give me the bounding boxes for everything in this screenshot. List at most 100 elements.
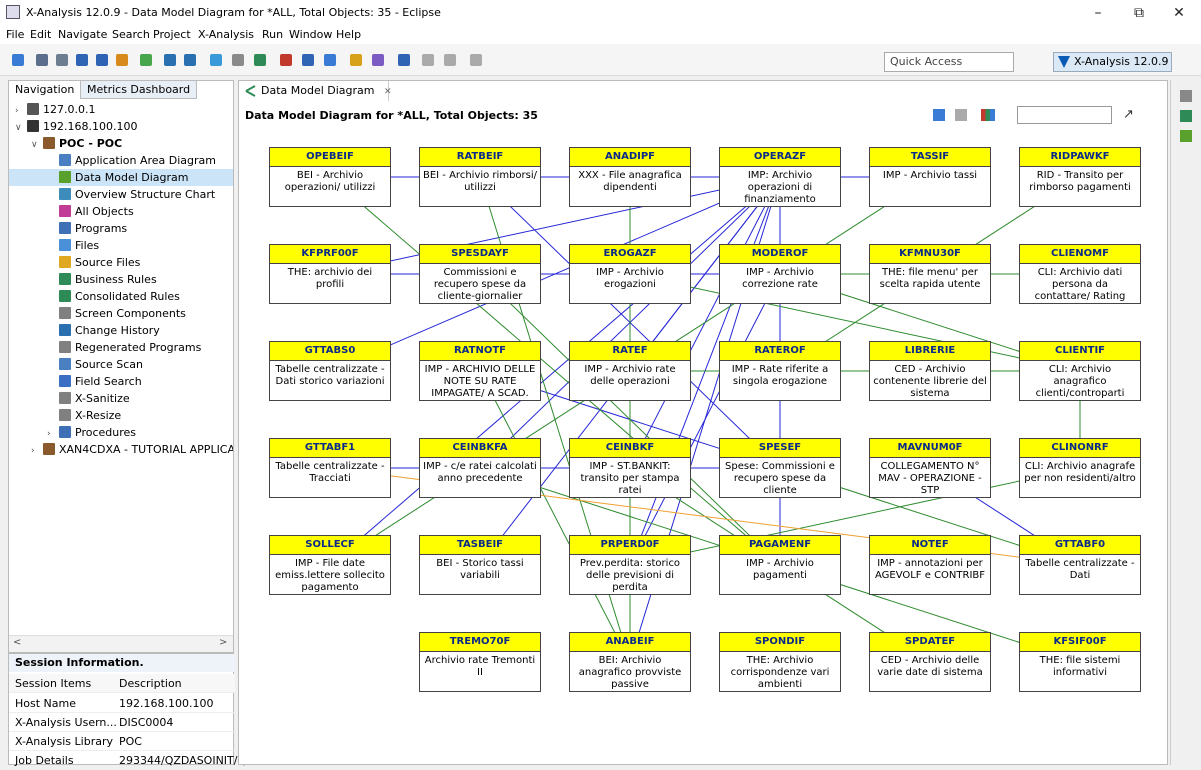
search-icon[interactable] — [210, 54, 222, 66]
menu-project[interactable]: Project — [153, 28, 191, 41]
entity-gttabs0[interactable]: GTTABS0 Tabelle centralizzate - Dati stor… — [269, 341, 391, 401]
entity-sollecf[interactable]: SOLLECF IMP - File date emiss.lettere sol… — [269, 535, 391, 595]
tree-item-source-scan[interactable]: Source Scan — [9, 356, 233, 373]
horizontal-scrollbar[interactable]: < > — [9, 635, 233, 652]
entity-raterof[interactable]: RATEROF IMP - Rate riferite a singola ero… — [719, 341, 841, 401]
color-legend-icon[interactable] — [981, 109, 995, 121]
entity-ridpawkf[interactable]: RIDPAWKF RID - Transito per rimborso paga… — [1019, 147, 1141, 207]
pencil-icon[interactable] — [372, 54, 384, 66]
menu-navigate[interactable]: Navigate — [58, 28, 107, 41]
menu-edit[interactable]: Edit — [30, 28, 51, 41]
diagram-view-icon[interactable] — [1180, 130, 1192, 142]
tree-item-data-model-diagram[interactable]: Data Model Diagram — [9, 169, 233, 186]
tab-navigation[interactable]: Navigation — [9, 81, 82, 99]
stop-icon[interactable] — [280, 54, 292, 66]
entity-ratef[interactable]: RATEF IMP - Archivio rate delle operazion… — [569, 341, 691, 401]
tree-item-all-objects[interactable]: All Objects — [9, 203, 233, 220]
entity-spondif[interactable]: SPONDIF THE: Archivio corrispondenze vari… — [719, 632, 841, 692]
tree-item-field-search[interactable]: Field Search — [9, 373, 233, 390]
tree-item-x-resize[interactable]: X-Resize — [9, 407, 233, 424]
data-model-canvas[interactable]: OPEBEIF BEI - Archivio operazioni/ utiliz… — [239, 127, 1167, 765]
entity-operazf[interactable]: OPERAZF IMP: Archivio operazioni di finan… — [719, 147, 841, 207]
tree-item-application-area-diagram[interactable]: Application Area Diagram — [9, 152, 233, 169]
entity-gttabf1[interactable]: GTTABF1 Tabelle centralizzate - Tracciati — [269, 438, 391, 498]
menu-x-analysis[interactable]: X-Analysis — [198, 28, 254, 41]
entity-mavnum0f[interactable]: MAVNUM0F COLLEGAMENTO N° MAV - OPERAZIONE… — [869, 438, 991, 498]
chart-icon[interactable] — [302, 54, 314, 66]
entity-tasbeif[interactable]: TASBEIF BEI - Storico tassi variabili — [419, 535, 541, 595]
entity-clinonrf[interactable]: CLINONRF CLI: Archivio anagrafe per non r… — [1019, 438, 1141, 498]
entity-clientif[interactable]: CLIENTIF CLI: Archivio anagrafico clienti… — [1019, 341, 1141, 401]
quick-access-input[interactable]: Quick Access — [884, 52, 1014, 72]
tree-item-source-files[interactable]: Source Files — [9, 254, 233, 271]
find-icon[interactable]: ↗ — [1123, 107, 1134, 122]
tree-item-192-168-100-100[interactable]: ∨ 192.168.100.100 — [9, 118, 233, 135]
entity-prperd0f[interactable]: PRPERD0F Prev.perdita: storico delle prev… — [569, 535, 691, 595]
hierarchy-icon[interactable] — [1180, 110, 1192, 122]
zoom-icon[interactable] — [955, 109, 967, 121]
entity-spdatef[interactable]: SPDATEF CED - Archivio delle varie date d… — [869, 632, 991, 692]
entity-ceinbkf[interactable]: CEINBKF IMP - ST.BANKIT: transito per sta… — [569, 438, 691, 498]
tab-metrics-dashboard[interactable]: Metrics Dashboard — [81, 81, 198, 99]
tree-item-programs[interactable]: Programs — [9, 220, 233, 237]
restore-view-icon[interactable] — [1180, 90, 1192, 102]
perspective-x-analysis[interactable]: X-Analysis 12.0.9 — [1053, 52, 1172, 72]
settings-icon[interactable] — [232, 54, 244, 66]
entity-ratbeif[interactable]: RATBEIF BEI - Archivio rimborsi/ utilizzi — [419, 147, 541, 207]
arrow-left-icon[interactable] — [422, 54, 434, 66]
save-icon[interactable] — [36, 54, 48, 66]
menu-search[interactable]: Search — [112, 28, 150, 41]
entity-anadipf[interactable]: ANADIPF XXX - File anagrafica dipendenti — [569, 147, 691, 207]
entity-spesef[interactable]: SPESEF Spese: Commissioni e recupero spes… — [719, 438, 841, 498]
entity-notef[interactable]: NOTEF IMP - annotazioni per AGEVOLF e CON… — [869, 535, 991, 595]
tree-item-127-0-0-1[interactable]: › 127.0.0.1 — [9, 101, 233, 118]
tree-item-x-sanitize[interactable]: X-Sanitize — [9, 390, 233, 407]
entity-tassif[interactable]: TASSIF IMP - Archivio tassi — [869, 147, 991, 207]
entity-kfsif00f[interactable]: KFSIF00F THE: file sistemi informativi — [1019, 632, 1141, 692]
tab-close-icon[interactable]: ✕ — [384, 87, 392, 97]
back-icon[interactable] — [164, 54, 176, 66]
entity-erogazf[interactable]: EROGAZF IMP - Archivio erogazioni — [569, 244, 691, 304]
menu-run[interactable]: Run — [262, 28, 283, 41]
layout-toggle-icon[interactable] — [933, 109, 945, 121]
debug-icon[interactable] — [116, 54, 128, 66]
diagram-search-input[interactable] — [1017, 106, 1112, 124]
scroll-right-icon[interactable]: > — [219, 637, 227, 648]
entity-tremo70f[interactable]: TREMO70F Archivio rate Tremonti II — [419, 632, 541, 692]
tree-item-procedures[interactable]: › Procedures — [9, 424, 233, 441]
restore-button[interactable]: ⧉ — [1124, 3, 1154, 23]
close-button[interactable]: ✕ — [1164, 3, 1194, 23]
arrow-right-icon[interactable] — [444, 54, 456, 66]
navigate-icon[interactable] — [398, 54, 410, 66]
refresh-icon[interactable] — [140, 54, 152, 66]
tree-item-overview-structure-chart[interactable]: Overview Structure Chart — [9, 186, 233, 203]
tree-twisty-icon[interactable]: › — [31, 443, 43, 460]
tree-item-business-rules[interactable]: Business Rules — [9, 271, 233, 288]
forward-icon[interactable] — [184, 54, 196, 66]
tree-item-xan4cdxa-tutorial-applica[interactable]: › XAN4CDXA - TUTORIAL APPLICA — [9, 441, 233, 458]
entity-anabeif[interactable]: ANABEIF BEI: Archivio anagrafico provvist… — [569, 632, 691, 692]
menu-help[interactable]: Help — [336, 28, 361, 41]
tree-item-consolidated-rules[interactable]: Consolidated Rules — [9, 288, 233, 305]
entity-ceinbkfa[interactable]: CEINBKFA IMP - c/e ratei calcolati anno p… — [419, 438, 541, 498]
entity-spesdayf[interactable]: SPESDAYF Commissioni e recupero spese da … — [419, 244, 541, 304]
pin-icon[interactable] — [470, 54, 482, 66]
entity-clienomf[interactable]: CLIENOMF CLI: Archivio dati persona da co… — [1019, 244, 1141, 304]
folder-icon[interactable] — [350, 54, 362, 66]
run-icon[interactable] — [96, 54, 108, 66]
tools-icon[interactable] — [254, 54, 266, 66]
entity-kfprf00f[interactable]: KFPRF00F THE: archivio dei profili — [269, 244, 391, 304]
layout-icon[interactable] — [324, 54, 336, 66]
entity-kfmnu30f[interactable]: KFMNU30F THE: file menu' per scelta rapid… — [869, 244, 991, 304]
tab-data-model-diagram[interactable]: Data Model Diagram ✕ — [239, 81, 392, 101]
entity-moderof[interactable]: MODEROF IMP - Archivio correzione rate — [719, 244, 841, 304]
menu-file[interactable]: File — [6, 28, 24, 41]
entity-gttabf0[interactable]: GTTABF0 Tabelle centralizzate - Dati — [1019, 535, 1141, 595]
scroll-left-icon[interactable]: < — [13, 637, 21, 648]
entity-ratnotf[interactable]: RATNOTF IMP - ARCHIVIO DELLE NOTE SU RATE… — [419, 341, 541, 401]
tree-item-files[interactable]: Files — [9, 237, 233, 254]
tree-item-poc-poc[interactable]: ∨ POC - POC — [9, 135, 233, 152]
tree-item-screen-components[interactable]: Screen Components — [9, 305, 233, 322]
entity-opebeif[interactable]: OPEBEIF BEI - Archivio operazioni/ utiliz… — [269, 147, 391, 207]
tree-item-change-history[interactable]: Change History — [9, 322, 233, 339]
